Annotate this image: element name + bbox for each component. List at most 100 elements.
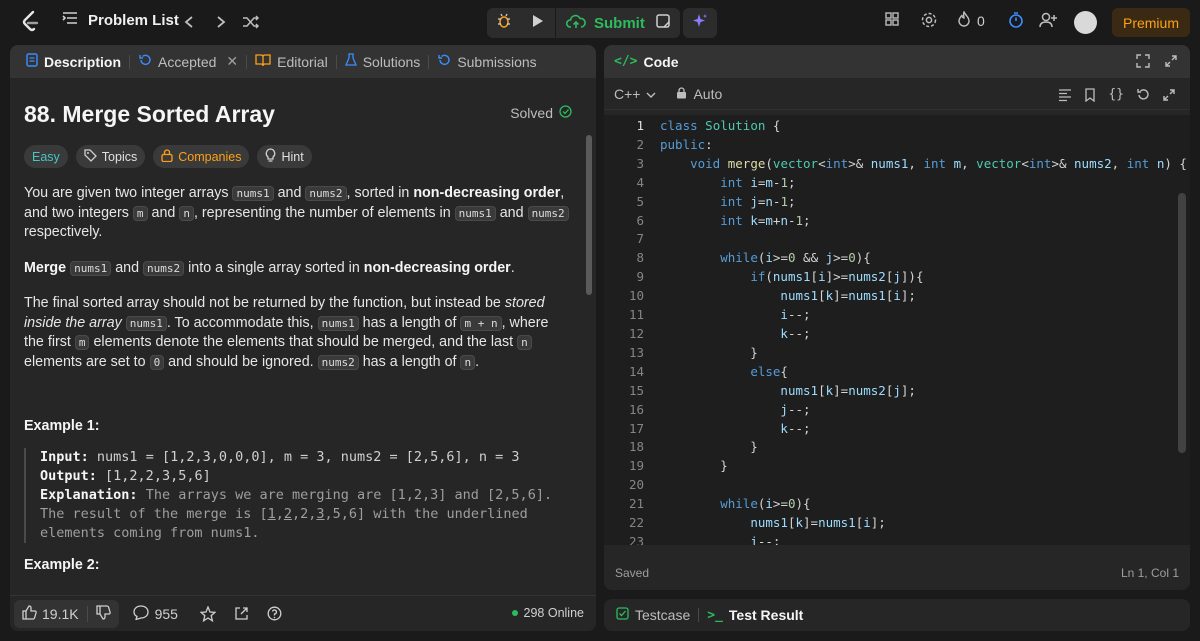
check-circle-icon: [559, 105, 572, 121]
cursor-position: Ln 1, Col 1: [1120, 566, 1179, 580]
thumbs-down-icon: [95, 604, 111, 623]
bookmark-icon[interactable]: [1084, 87, 1096, 102]
input-label: Input:: [40, 449, 89, 465]
close-icon[interactable]: ✕: [226, 53, 238, 70]
thumbs-up-icon: [22, 604, 37, 623]
tab-divider: [428, 54, 430, 69]
tab-testcase[interactable]: Testcase: [616, 607, 690, 623]
tab-divider: [335, 54, 337, 69]
user-avatar[interactable]: [1074, 11, 1097, 34]
solved-status: Solved: [510, 105, 572, 121]
language-select[interactable]: C++: [614, 86, 656, 102]
tab-divider: [246, 54, 248, 69]
line-number: 8: [636, 250, 644, 266]
comments-button[interactable]: 955: [132, 604, 178, 623]
problem-tags: Easy Topics Companies Hint: [24, 145, 572, 168]
explanation-line: The arrays we are merging are [1,2,3] an…: [145, 487, 553, 503]
topics-chip[interactable]: Topics: [75, 145, 146, 168]
tab-editorial[interactable]: Editorial: [249, 45, 334, 78]
description-scrollbar[interactable]: [586, 135, 592, 295]
notes-button[interactable]: [646, 8, 680, 38]
testcase-label: Testcase: [635, 607, 691, 623]
dislike-button[interactable]: [88, 600, 119, 628]
sparkle-icon: [691, 12, 709, 35]
flame-icon: [957, 10, 971, 30]
streak-count: 0: [977, 12, 985, 29]
auto-mode[interactable]: Auto: [676, 86, 722, 102]
explanation-line: The result of the merge is [1,2,2,3,5,6]…: [40, 506, 528, 522]
tab-description-label: Description: [44, 53, 122, 70]
streak-counter[interactable]: 0: [957, 10, 985, 30]
code-header: </> Code: [604, 45, 1190, 78]
lightbulb-icon: [265, 148, 276, 165]
run-button[interactable]: [521, 8, 555, 38]
add-user-icon[interactable]: [1038, 11, 1058, 29]
companies-label: Companies: [178, 149, 242, 164]
code-editor[interactable]: 1 2 3 4 5 6 7 8 9 10 11 12 13 14 15 16 17 18 19 20 21 22 23 cl…: [604, 115, 1190, 545]
cloud-upload-icon: [565, 14, 586, 33]
layout-icon[interactable]: [884, 11, 900, 27]
ai-assist-button[interactable]: [683, 8, 717, 38]
line-number: 18: [628, 439, 644, 455]
language-label: C++: [614, 85, 641, 102]
braces-icon[interactable]: {}: [1108, 87, 1124, 102]
run-submit-group: Submit: [487, 8, 657, 38]
companies-chip[interactable]: Companies: [153, 145, 250, 168]
line-number: 15: [628, 382, 644, 398]
format-icon[interactable]: [1058, 87, 1072, 102]
settings-gear-icon[interactable]: [920, 11, 938, 29]
reset-icon[interactable]: [1136, 87, 1150, 102]
line-number: 5: [636, 193, 644, 209]
timer-icon[interactable]: [1007, 11, 1025, 29]
topics-label: Topics: [101, 149, 138, 164]
debug-button[interactable]: [487, 8, 521, 38]
tab-description[interactable]: Description: [20, 45, 127, 78]
online-dot-icon: [511, 610, 518, 616]
like-count: 19.1K: [42, 605, 79, 622]
example-2-title: Example 2:: [24, 557, 100, 573]
star-icon[interactable]: [199, 605, 216, 622]
tab-submissions[interactable]: Submissions: [431, 45, 542, 78]
line-number: 3: [636, 155, 644, 171]
line-number: 11: [628, 307, 644, 323]
line-number: 17: [628, 420, 644, 436]
leetcode-logo-icon[interactable]: [20, 10, 42, 34]
line-number: 21: [628, 496, 644, 512]
help-icon[interactable]: [267, 606, 282, 621]
tab-solutions[interactable]: Solutions: [339, 45, 427, 78]
shuffle-icon[interactable]: [240, 11, 262, 33]
line-number: 20: [628, 477, 644, 493]
fullscreen-icon[interactable]: [1136, 54, 1150, 68]
problem-list-button[interactable]: Problem List: [62, 11, 179, 29]
tab-accepted[interactable]: Accepted ✕: [132, 45, 244, 78]
problem-description: 88. Merge Sorted Array Solved Easy Topic…: [24, 89, 572, 573]
line-number: 7: [636, 231, 644, 247]
hint-chip[interactable]: Hint: [257, 145, 312, 168]
premium-button[interactable]: Premium: [1112, 8, 1190, 37]
share-icon[interactable]: [234, 606, 249, 621]
play-icon: [532, 14, 544, 33]
submit-button[interactable]: Submit: [555, 8, 657, 38]
editor-scrollbar[interactable]: [1178, 193, 1186, 453]
line-number: 12: [628, 325, 644, 341]
comment-count: 955: [154, 605, 178, 622]
code-content[interactable]: class Solution { public: void merge(vect…: [660, 117, 1187, 545]
maximize-editor-icon[interactable]: [1162, 87, 1176, 102]
prev-problem-icon[interactable]: [178, 11, 200, 33]
lock-icon: [161, 148, 173, 165]
output-label: Output:: [40, 468, 97, 484]
example-input: nums1 = [1,2,3,0,0,0], m = 3, nums2 = [2…: [96, 449, 520, 465]
online-label: 298 Online: [523, 606, 584, 620]
tab-editorial-label: Editorial: [277, 53, 328, 70]
next-problem-icon[interactable]: [210, 11, 232, 33]
expand-icon[interactable]: [1164, 54, 1178, 68]
like-button[interactable]: 19.1K: [14, 600, 87, 628]
tag-icon: [84, 148, 97, 165]
line-number: 22: [628, 515, 644, 531]
tab-submissions-label: Submissions: [457, 53, 537, 70]
tab-test-result[interactable]: >_ Test Result: [707, 607, 803, 623]
history-icon: [437, 53, 451, 70]
line-number: 6: [636, 212, 644, 228]
test-panel: Testcase >_ Test Result: [604, 599, 1190, 631]
difficulty-badge: Easy: [24, 145, 68, 168]
